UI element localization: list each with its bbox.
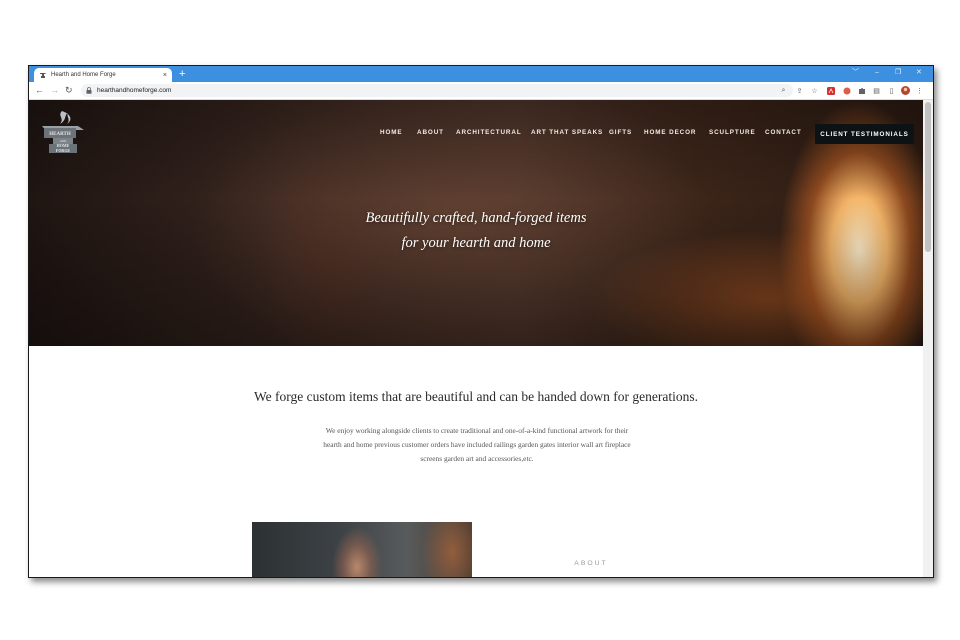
nav-item-home[interactable]: HOME — [380, 129, 403, 136]
hero-tagline-line-1: Beautifully crafted, hand-forged items — [365, 210, 587, 226]
logo-text-forge: FORGE — [56, 148, 71, 153]
tab-strip: Hearth and Home Forge × + ﹀ – ❐ ✕ — [29, 66, 933, 82]
acrobat-extension-icon[interactable] — [826, 86, 835, 95]
nav-item-art-that-speaks[interactable]: ART THAT SPEAKS — [531, 129, 603, 136]
share-icon[interactable]: ⇪ — [795, 86, 804, 95]
side-panel-icon[interactable]: ▯ — [887, 86, 896, 95]
back-arrow-icon[interactable]: ← — [35, 85, 44, 96]
blacksmith-hands-photo — [252, 522, 472, 577]
address-bar[interactable]: hearthandhomeforge.com — [81, 84, 793, 97]
lock-icon — [86, 87, 92, 94]
browser-toolbar: ← → ↻ hearthandhomeforge.com ⌕ ⇪ ☆ ▤ ▯ ⋮ — [29, 82, 933, 100]
minimize-button[interactable]: – — [875, 68, 879, 78]
browser-window: Hearth and Home Forge × + ﹀ – ❐ ✕ ← → ↻ … — [28, 65, 934, 578]
client-testimonials-button[interactable]: CLIENT TESTIMONIALS — [815, 124, 914, 144]
extension-shield-icon[interactable] — [842, 86, 851, 95]
reading-list-icon[interactable]: ▤ — [872, 86, 881, 95]
intro-paragraph: We enjoy working alongside clients to cr… — [323, 426, 631, 463]
nav-item-architectural[interactable]: ARCHITECTURAL — [456, 129, 522, 136]
extensions-puzzle-icon[interactable] — [857, 86, 866, 95]
anvil-favicon-icon — [39, 71, 47, 79]
nav-item-gifts[interactable]: GIFTS — [609, 129, 632, 136]
url-text: hearthandhomeforge.com — [97, 87, 172, 94]
nav-item-contact[interactable]: CONTACT — [765, 129, 802, 136]
scrollbar-thumb[interactable] — [925, 102, 931, 252]
tab-search-icon[interactable]: ﹀ — [852, 68, 859, 78]
tab-close-icon[interactable]: × — [163, 72, 167, 79]
browser-menu-icon[interactable]: ⋮ — [915, 86, 924, 95]
nav-item-sculpture[interactable]: SCULPTURE — [709, 129, 756, 136]
browser-tab[interactable]: Hearth and Home Forge × — [34, 68, 172, 82]
zoom-search-icon[interactable]: ⌕ — [779, 86, 788, 95]
forward-arrow-icon[interactable]: → — [50, 85, 59, 96]
bookmark-star-icon[interactable]: ☆ — [810, 86, 819, 95]
page-scrollbar[interactable] — [923, 100, 933, 577]
profile-avatar[interactable] — [901, 86, 910, 95]
hero-section: HEARTH AND HOME FORGE HOME ABOUT ARCHITE… — [29, 100, 923, 346]
tab-title: Hearth and Home Forge — [51, 72, 116, 78]
main-navigation: HOME ABOUT ARCHITECTURAL ART THAT SPEAKS… — [29, 124, 923, 144]
nav-item-home-decor[interactable]: HOME DECOR — [644, 129, 696, 136]
page-viewport: HEARTH AND HOME FORGE HOME ABOUT ARCHITE… — [29, 100, 923, 577]
about-section-label: ABOUT — [574, 560, 608, 567]
hero-tagline-line-2: for your hearth and home — [401, 235, 551, 251]
intro-heading: We forge custom items that are beautiful… — [253, 389, 698, 404]
nav-item-about[interactable]: ABOUT — [417, 129, 444, 136]
new-tab-button[interactable]: + — [179, 67, 185, 81]
hero-tagline: Beautifully crafted, hand-forged items f… — [29, 206, 923, 256]
maximize-button[interactable]: ❐ — [895, 68, 901, 78]
close-window-button[interactable]: ✕ — [916, 68, 922, 78]
reload-icon[interactable]: ↻ — [65, 85, 73, 96]
